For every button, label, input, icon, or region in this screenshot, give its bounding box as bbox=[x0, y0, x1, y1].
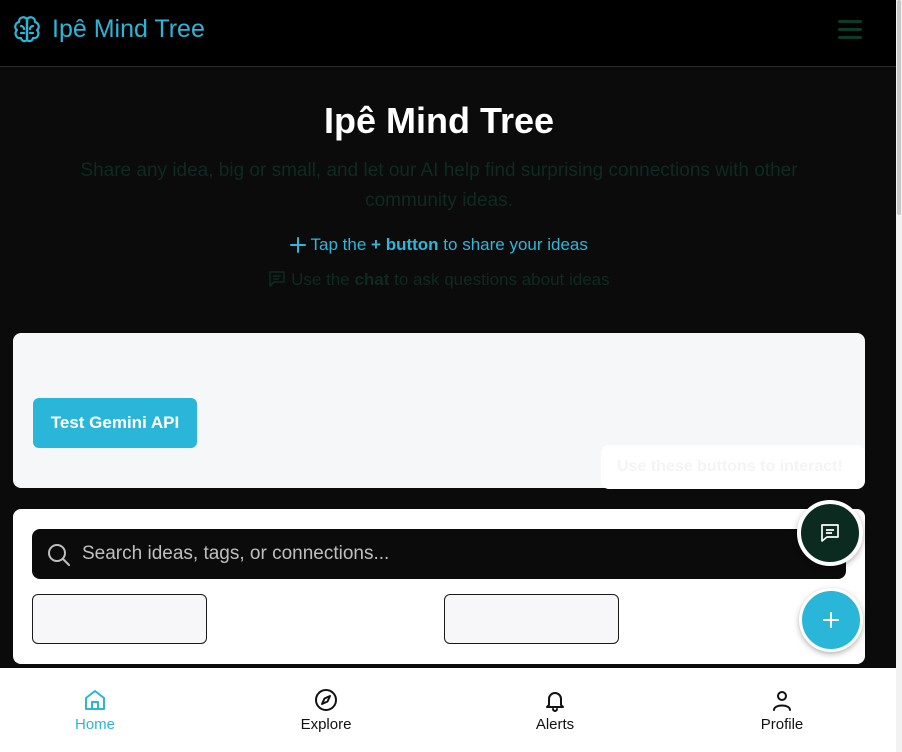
tap-hint-plus: + bbox=[371, 235, 381, 254]
tap-hint-prefix: Tap the bbox=[310, 235, 367, 254]
user-icon bbox=[773, 691, 791, 711]
search-input[interactable] bbox=[82, 529, 822, 579]
nav-item-explore[interactable]: Explore bbox=[266, 668, 386, 752]
page-subtitle: Share any idea, big or small, and let ou… bbox=[80, 160, 798, 211]
plus-icon bbox=[290, 237, 307, 253]
home-icon bbox=[85, 690, 105, 710]
nav-item-home[interactable]: Home bbox=[35, 668, 155, 752]
add-idea-fab-button[interactable] bbox=[799, 588, 863, 652]
chat-hint: Use the chat to ask questions about idea… bbox=[0, 270, 878, 290]
search-icon bbox=[48, 544, 70, 566]
interaction-tooltip: Use these buttons to interact! bbox=[601, 445, 865, 489]
nav-label-alerts: Alerts bbox=[535, 716, 575, 733]
search-card bbox=[13, 509, 865, 664]
nav-label-profile: Profile bbox=[760, 716, 804, 733]
nav-item-alerts[interactable]: Alerts bbox=[495, 668, 615, 752]
brand-title[interactable]: Ipê Mind Tree bbox=[52, 15, 205, 44]
chat-hint-suffix: to ask questions about ideas bbox=[394, 270, 610, 289]
plus-icon bbox=[823, 612, 839, 628]
nav-label-explore: Explore bbox=[300, 716, 352, 733]
tap-hint-suffix: to share your ideas bbox=[443, 235, 588, 254]
scrollbar-thumb[interactable] bbox=[897, 0, 901, 215]
filter-select-right[interactable] bbox=[444, 594, 619, 644]
chat-hint-chat-word: chat bbox=[354, 270, 390, 289]
bottom-nav: Home Explore Alerts Profile bbox=[0, 668, 896, 752]
filter-select-left[interactable] bbox=[32, 594, 207, 644]
tap-hint-button-word: button bbox=[385, 235, 439, 254]
chat-hint-prefix: Use the bbox=[291, 270, 350, 289]
tap-hint: Tap the + button to share your ideas bbox=[0, 235, 878, 255]
page-title: Ipê Mind Tree bbox=[323, 100, 555, 141]
chat-fab-button[interactable] bbox=[797, 500, 863, 566]
nav-label-home: Home bbox=[74, 716, 115, 733]
bell-icon bbox=[546, 692, 564, 712]
test-gemini-api-button[interactable]: Test Gemini API bbox=[33, 398, 197, 448]
brain-icon bbox=[14, 16, 40, 43]
hamburger-menu-icon[interactable] bbox=[838, 18, 864, 40]
top-bar: Ipê Mind Tree bbox=[0, 0, 896, 67]
compass-icon bbox=[315, 689, 337, 711]
search-bar bbox=[32, 529, 846, 579]
chat-icon bbox=[821, 524, 839, 542]
nav-item-profile[interactable]: Profile bbox=[722, 668, 842, 752]
chat-icon bbox=[269, 271, 286, 287]
